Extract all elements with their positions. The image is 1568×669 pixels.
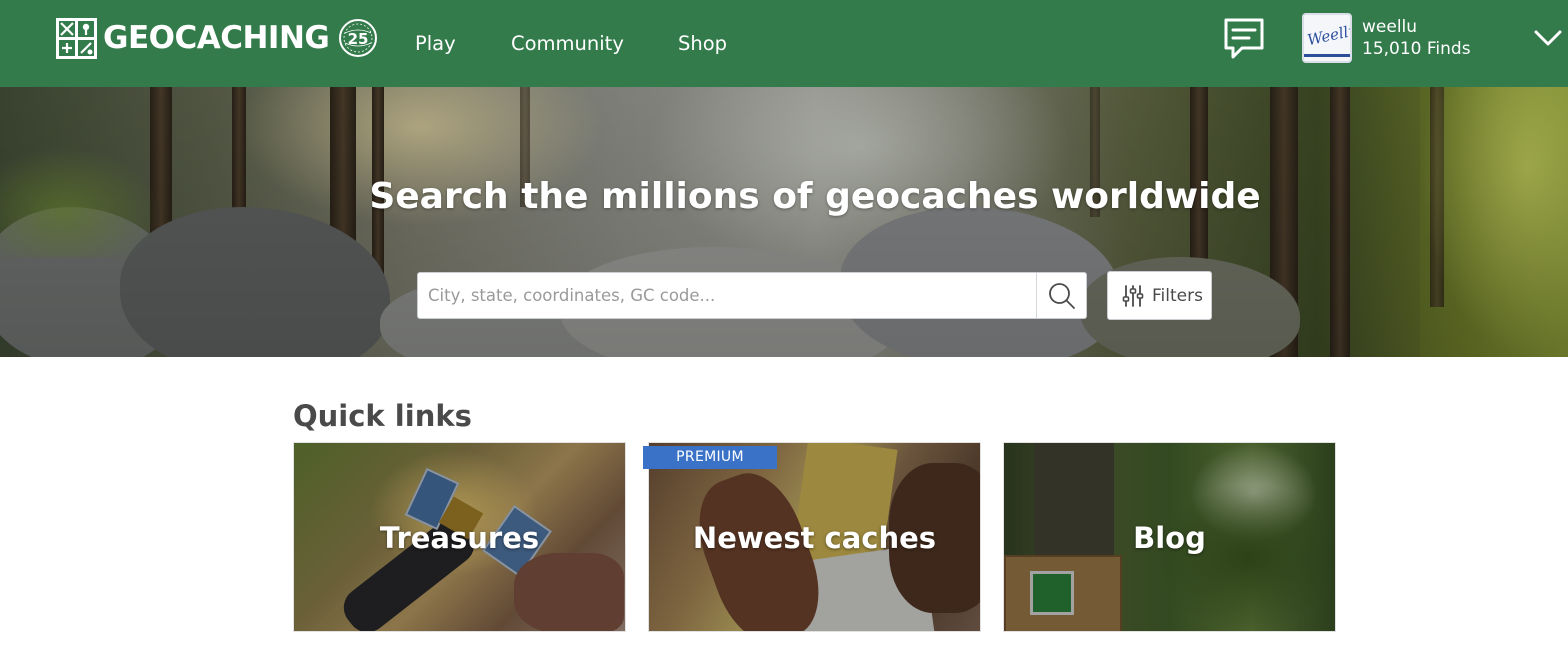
nav-community[interactable]: Community [511,0,624,87]
geocaching-logo[interactable]: GEOCACHING 25 [56,17,379,59]
nav-play[interactable]: Play [415,0,456,87]
avatar-signature: Weellu [1305,20,1352,50]
avatar-stripe [1304,54,1350,57]
anniversary-badge-icon: 25 [339,19,378,57]
user-profile-menu[interactable]: Weellu weellu 15,010 Finds [1302,13,1471,63]
nav-shop[interactable]: Shop [678,0,727,87]
avatar[interactable]: Weellu [1302,13,1352,63]
chevron-down-icon[interactable] [1533,28,1563,48]
search-button[interactable] [1036,273,1087,318]
newest-caches-label: Newest caches [692,521,937,555]
hero-title: Search the millions of geocaches worldwi… [369,176,1261,217]
quick-link-treasures[interactable]: Treasures [293,442,626,632]
treasures-label: Treasures [379,521,540,555]
geocaching-logo-icon [56,17,97,59]
filters-button[interactable]: Filters [1107,271,1212,320]
quick-link-blog[interactable]: Blog [1003,442,1336,632]
blog-label: Blog [1133,521,1206,555]
sliders-icon [1122,284,1144,307]
filters-label: Filters [1152,285,1203,306]
chat-bubble-icon[interactable] [1222,16,1266,62]
user-info: weellu 15,010 Finds [1362,16,1471,60]
search-input[interactable] [418,273,1036,318]
logo-wordmark: GEOCACHING [103,20,330,56]
find-count: 15,010 Finds [1362,39,1471,59]
top-navigation-bar: GEOCACHING 25 Play Community Shop Weellu… [0,0,1568,87]
username: weellu [1362,17,1418,37]
quick-links-heading: Quick links [293,399,472,433]
search-bar [417,272,1087,319]
quick-link-newest-caches[interactable]: Newest caches [648,442,981,632]
premium-badge: PREMIUM [643,446,777,469]
anniversary-badge-number: 25 [348,30,369,48]
search-icon [1049,282,1075,309]
